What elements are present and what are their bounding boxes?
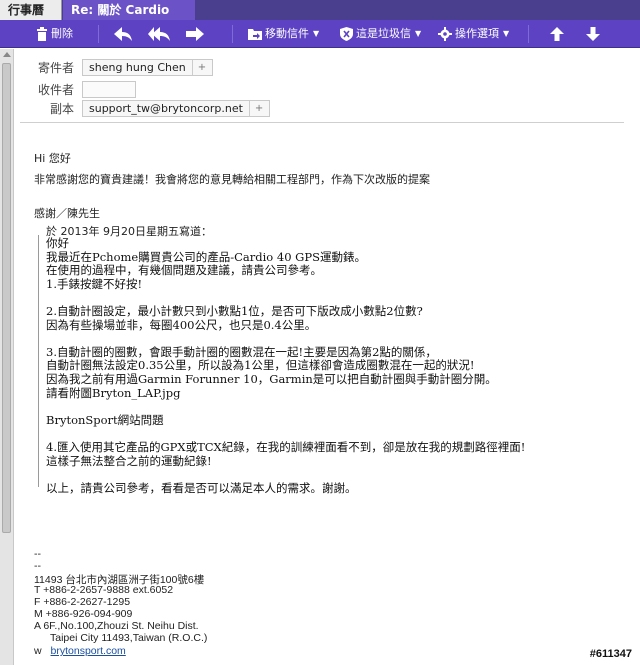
chevron-down-icon: ▼ bbox=[503, 29, 510, 38]
reply-all-icon bbox=[148, 27, 170, 41]
scroll-thumb[interactable] bbox=[2, 63, 11, 533]
move-button[interactable]: 移動信件 ▼ bbox=[248, 24, 319, 44]
quoted-line: 以上，請貴公司參考，看看是否可以滿足本人的需求。謝謝。 bbox=[46, 480, 357, 495]
signature-fax: F +886-2-2627-1295 bbox=[34, 596, 131, 608]
cc-label: 副本 bbox=[49, 101, 74, 116]
greeting: Hi 您好 bbox=[34, 152, 71, 165]
signature-dash: -- bbox=[34, 548, 41, 560]
cc-chip[interactable]: support_tw@brytoncorp.net + bbox=[82, 99, 271, 117]
delete-label: 刪除 bbox=[51, 27, 73, 40]
toolbar: 刪除 移動信件 ▼ 這是垃圾信 ▼ 操作選項 ▼ bbox=[0, 20, 640, 48]
chevron-down-icon: ▼ bbox=[313, 29, 320, 38]
quote-bar bbox=[38, 235, 39, 487]
gear-icon bbox=[438, 27, 452, 41]
from-row: 寄件者 sheng hung Chen + bbox=[20, 58, 214, 76]
arrow-down-icon bbox=[586, 27, 600, 41]
scroll-up-arrow-icon[interactable] bbox=[3, 52, 11, 57]
to-chip[interactable] bbox=[82, 80, 136, 98]
trash-icon bbox=[36, 27, 48, 41]
thanks-line: 感謝／陳先生 bbox=[34, 207, 100, 220]
add-contact-icon[interactable]: + bbox=[248, 100, 263, 116]
quoted-line: 1.手錶按鍵不好按! bbox=[46, 276, 143, 291]
quoted-line: BrytonSport網站問題 bbox=[46, 412, 164, 427]
forward-button[interactable] bbox=[186, 24, 204, 44]
signature-address-en: A 6F.,No.100,Zhouzi St. Neihu Dist. bbox=[34, 620, 199, 632]
to-row: 收件者 bbox=[20, 80, 136, 98]
quoted-line: 因為有些操場並非，每圈400公尺，也只是0.4公里。 bbox=[46, 317, 317, 332]
forward-icon bbox=[186, 27, 204, 41]
to-label: 收件者 bbox=[37, 82, 74, 97]
from-label: 寄件者 bbox=[37, 60, 74, 75]
actions-button[interactable]: 操作選項 ▼ bbox=[438, 24, 509, 44]
reply-all-button[interactable] bbox=[148, 24, 170, 44]
signature-mobile: M +886-926-094-909 bbox=[34, 608, 133, 620]
quoted-line: 請看附圖Bryton_LAP.jpg bbox=[46, 385, 181, 400]
signature-address-en: Taipei City 11493,Taiwan (R.O.C.) bbox=[50, 632, 208, 644]
signature-tel: T +886-2-2657-9888 ext.6052 bbox=[34, 584, 174, 596]
signature-web-row: w brytonsport.com bbox=[34, 645, 126, 657]
signature-web-prefix: w bbox=[34, 645, 42, 657]
watermark: #611347 bbox=[589, 648, 632, 660]
from-chip[interactable]: sheng hung Chen + bbox=[82, 58, 214, 76]
header-divider bbox=[20, 122, 624, 123]
scrollbar[interactable] bbox=[0, 49, 14, 665]
quote-header: 於 2013年 9月20日星期五寫道： bbox=[46, 225, 212, 238]
website-link[interactable]: brytonsport.com bbox=[51, 645, 126, 657]
spam-button[interactable]: 這是垃圾信 ▼ bbox=[340, 24, 421, 44]
next-button[interactable] bbox=[586, 24, 600, 44]
spam-icon bbox=[340, 27, 353, 41]
tab-calendar[interactable]: 行事曆 bbox=[0, 0, 62, 20]
tab-bar: 行事曆 Re: 關於 Cardio 4... bbox=[0, 0, 640, 37]
cc-row: 副本 support_tw@brytoncorp.net + bbox=[20, 99, 271, 117]
folder-icon bbox=[248, 28, 262, 40]
add-contact-icon[interactable]: + bbox=[191, 59, 206, 75]
actions-label: 操作選項 bbox=[455, 27, 499, 40]
cc-value: support_tw@brytoncorp.net bbox=[89, 101, 243, 115]
from-value: sheng hung Chen bbox=[89, 60, 186, 74]
delete-button[interactable]: 刪除 bbox=[36, 24, 73, 44]
arrow-up-icon bbox=[550, 27, 564, 41]
reply-button[interactable] bbox=[114, 24, 132, 44]
quoted-line: 這樣子無法整合之前的運動紀錄! bbox=[46, 453, 212, 468]
reply-line: 非常感謝您的寶貴建議！我會將您的意見轉給相關工程部門，作為下次改版的提案 bbox=[34, 173, 430, 186]
chevron-down-icon: ▼ bbox=[415, 29, 422, 38]
spam-label: 這是垃圾信 bbox=[356, 27, 411, 40]
tab-message[interactable]: Re: 關於 Cardio 4... bbox=[63, 0, 195, 37]
move-label: 移動信件 bbox=[265, 27, 309, 40]
reply-icon bbox=[114, 27, 132, 41]
signature-dash: -- bbox=[34, 560, 41, 572]
previous-button[interactable] bbox=[550, 24, 564, 44]
